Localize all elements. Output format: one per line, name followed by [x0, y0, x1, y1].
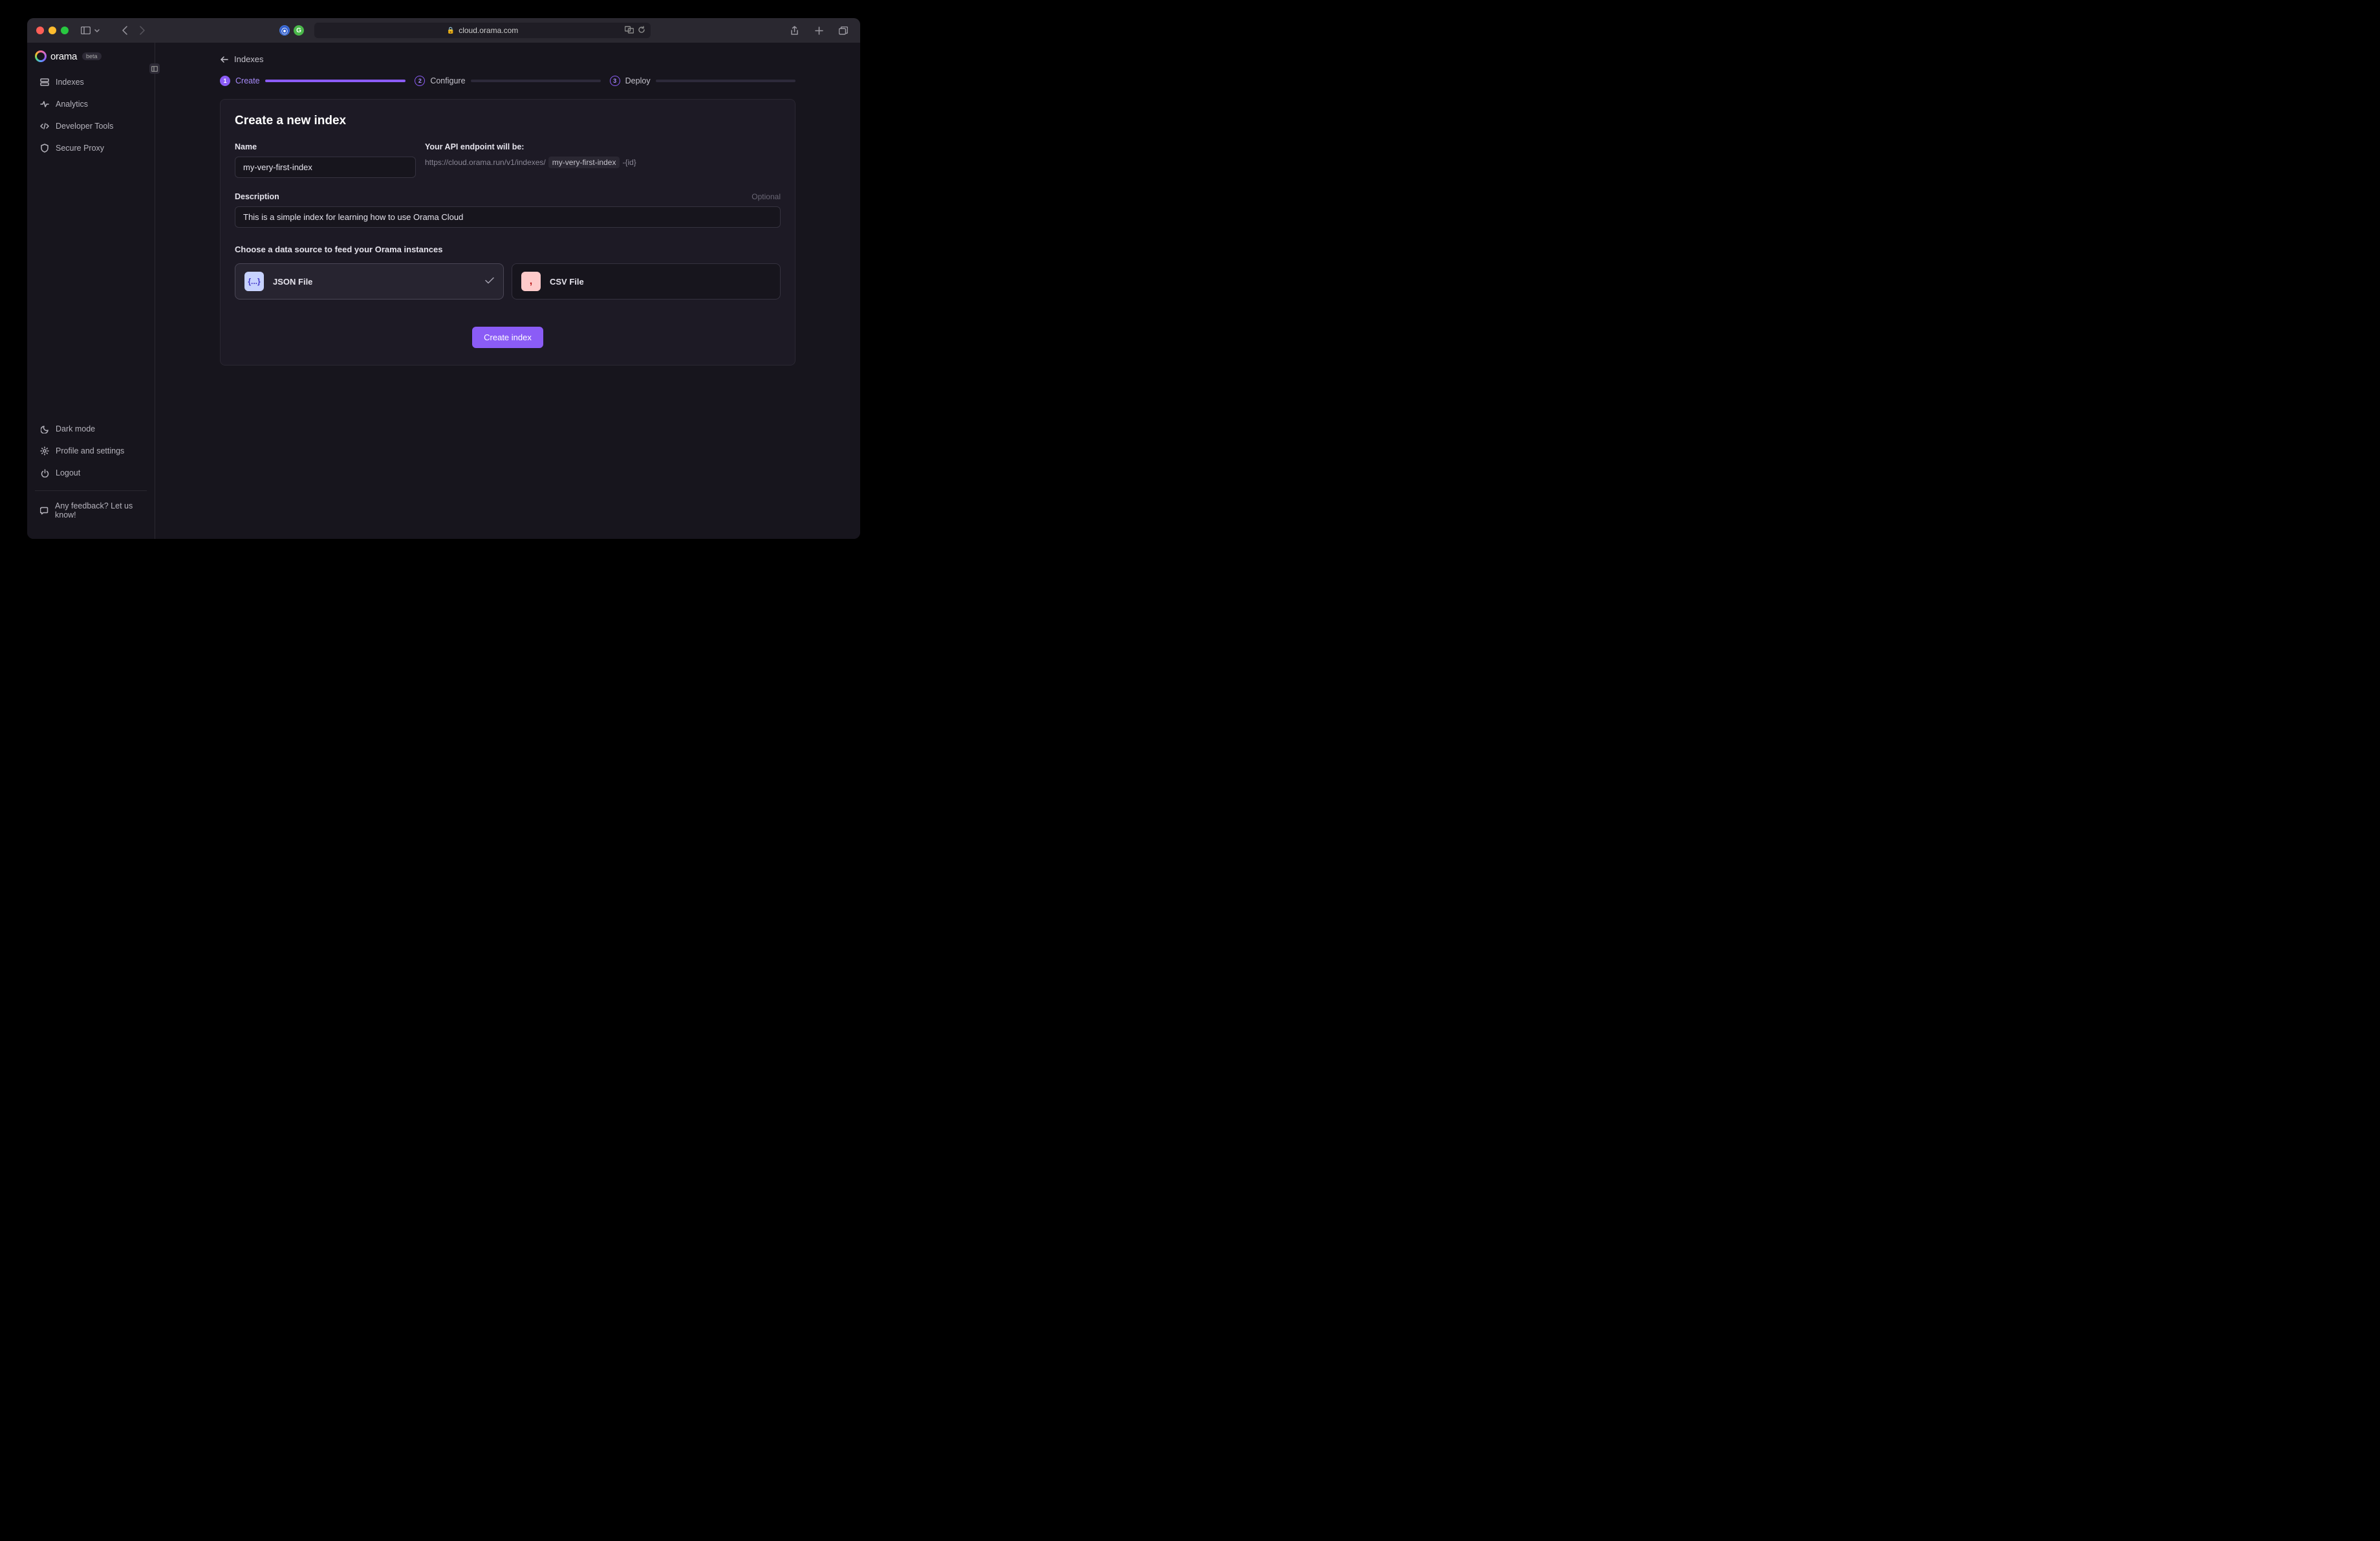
- minimize-window-button[interactable]: [49, 27, 56, 34]
- optional-label: Optional: [752, 192, 781, 201]
- activity-icon: [40, 100, 49, 109]
- json-icon: {...}: [244, 272, 264, 291]
- sidebar-item-label: Secure Proxy: [56, 144, 104, 153]
- description-label: Description: [235, 192, 279, 201]
- sidebar-item-feedback[interactable]: Any feedback? Let us know!: [27, 495, 155, 526]
- sidebar-collapse-button[interactable]: [149, 63, 160, 74]
- stepper: 1 Create 2 Configure 3 Deploy: [220, 76, 795, 86]
- sidebar-item-analytics[interactable]: Analytics: [27, 93, 155, 115]
- app-body: orama beta Indexes Analytics: [27, 43, 860, 539]
- csv-icon: ,: [521, 272, 541, 291]
- step-bar: [656, 80, 795, 82]
- create-index-card: Create a new index Name Your API endpoin…: [220, 99, 795, 366]
- api-slug: my-very-first-index: [548, 157, 620, 168]
- arrow-left-icon: [220, 55, 229, 64]
- name-input[interactable]: [235, 157, 416, 178]
- code-icon: [40, 122, 49, 131]
- maximize-window-button[interactable]: [61, 27, 69, 34]
- brand-name: orama: [50, 51, 77, 62]
- database-icon: [40, 78, 49, 87]
- browser-window: ⦿ G 🔒 cloud.orama.com: [27, 18, 860, 539]
- shield-icon: [40, 144, 49, 153]
- power-icon: [40, 468, 49, 477]
- api-endpoint-label: Your API endpoint will be:: [425, 142, 781, 151]
- source-csv-file[interactable]: , CSV File: [512, 263, 781, 300]
- step-configure: 2 Configure: [415, 76, 600, 86]
- name-label: Name: [235, 142, 416, 151]
- step-number: 1: [220, 76, 230, 86]
- step-bar: [265, 80, 406, 82]
- sidebar-item-indexes[interactable]: Indexes: [27, 71, 155, 93]
- step-label: Configure: [430, 76, 465, 85]
- sidebar-item-label: Profile and settings: [56, 446, 124, 455]
- extension-1password-icon[interactable]: ⦿: [279, 25, 290, 36]
- traffic-lights: [36, 27, 69, 34]
- description-input[interactable]: [235, 206, 781, 228]
- beta-badge: beta: [82, 52, 102, 60]
- gear-icon: [40, 446, 49, 455]
- sidebar-item-secureproxy[interactable]: Secure Proxy: [27, 137, 155, 159]
- sidebar-item-label: Dark mode: [56, 424, 95, 433]
- sidebar-item-label: Indexes: [56, 78, 84, 87]
- sidebar-toggle-icon[interactable]: [78, 23, 93, 38]
- sidebar: orama beta Indexes Analytics: [27, 43, 155, 539]
- close-window-button[interactable]: [36, 27, 44, 34]
- reload-icon[interactable]: [638, 26, 645, 36]
- back-button[interactable]: [116, 23, 132, 38]
- tabs-overview-icon[interactable]: [836, 23, 851, 38]
- step-label: Create: [235, 76, 260, 85]
- api-suffix: -{id}: [622, 158, 636, 167]
- sidebar-item-label: Logout: [56, 468, 80, 477]
- chat-icon: [40, 506, 49, 515]
- breadcrumb-back[interactable]: Indexes: [220, 54, 795, 64]
- source-label: JSON File: [273, 277, 312, 287]
- source-label: CSV File: [550, 277, 584, 287]
- breadcrumb-label: Indexes: [234, 54, 264, 64]
- step-number: 3: [610, 76, 620, 86]
- url-text: cloud.orama.com: [459, 26, 518, 35]
- sidebar-item-settings[interactable]: Profile and settings: [27, 440, 155, 462]
- step-deploy: 3 Deploy: [610, 76, 795, 86]
- sidebar-item-devtools[interactable]: Developer Tools: [27, 115, 155, 137]
- card-title: Create a new index: [235, 114, 781, 128]
- browser-chrome: ⦿ G 🔒 cloud.orama.com: [27, 18, 860, 43]
- sidebar-item-label: Developer Tools: [56, 122, 113, 131]
- data-source-label: Choose a data source to feed your Orama …: [235, 245, 781, 254]
- sidebar-item-label: Any feedback? Let us know!: [55, 501, 142, 519]
- step-number: 2: [415, 76, 425, 86]
- check-icon: [485, 276, 494, 287]
- logo-icon: [35, 50, 47, 62]
- sidebar-item-label: Analytics: [56, 100, 88, 109]
- main-content: Indexes 1 Create 2 Configure 3 Deploy: [155, 43, 860, 539]
- step-label: Deploy: [625, 76, 651, 85]
- api-endpoint-preview: https://cloud.orama.run/v1/indexes/ my-v…: [425, 157, 781, 168]
- url-bar[interactable]: 🔒 cloud.orama.com: [314, 23, 651, 38]
- step-bar: [471, 80, 601, 82]
- lock-icon: 🔒: [447, 27, 455, 34]
- sidebar-item-logout[interactable]: Logout: [27, 462, 155, 484]
- moon-icon: [40, 424, 49, 433]
- step-create: 1 Create: [220, 76, 406, 86]
- forward-button[interactable]: [135, 23, 150, 38]
- share-icon[interactable]: [786, 23, 802, 38]
- divider: [35, 490, 147, 491]
- source-json-file[interactable]: {...} JSON File: [235, 263, 504, 300]
- translate-icon[interactable]: [625, 26, 634, 36]
- create-index-button[interactable]: Create index: [472, 327, 543, 348]
- chevron-down-icon[interactable]: [93, 23, 101, 38]
- sidebar-item-darkmode[interactable]: Dark mode: [27, 418, 155, 440]
- brand-logo[interactable]: orama beta: [27, 50, 155, 71]
- new-tab-icon[interactable]: [811, 23, 827, 38]
- extension-grammarly-icon[interactable]: G: [294, 25, 304, 36]
- api-prefix: https://cloud.orama.run/v1/indexes/: [425, 158, 546, 167]
